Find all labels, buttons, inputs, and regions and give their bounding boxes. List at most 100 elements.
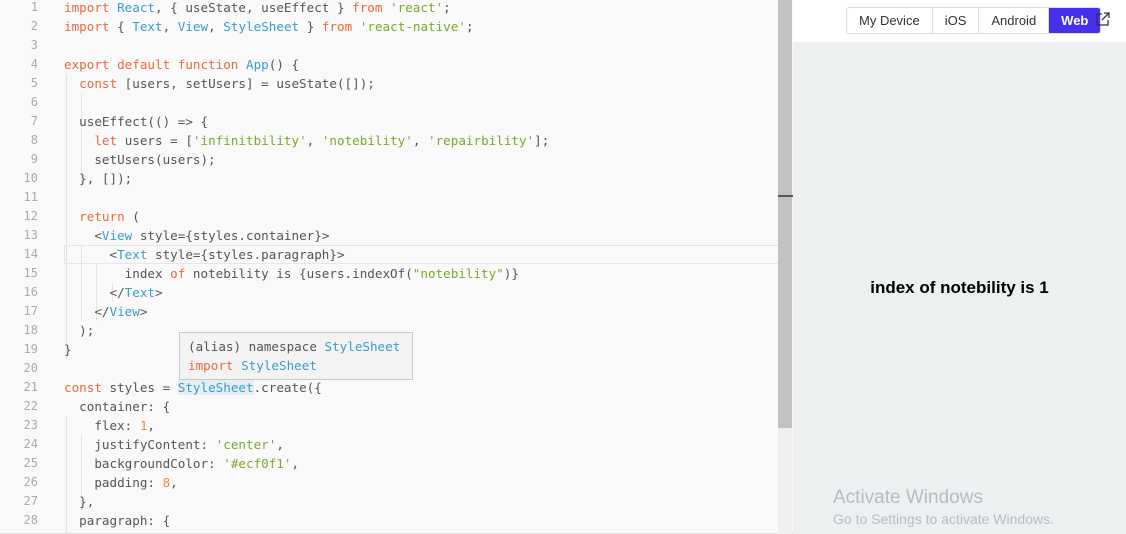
- code-line[interactable]: 26 padding: 8,: [0, 473, 778, 492]
- code-line[interactable]: 23 flex: 1,: [0, 416, 778, 435]
- code-token: styles =: [109, 380, 178, 395]
- code-line[interactable]: 21 const styles = StyleSheet.create({: [0, 378, 778, 397]
- tab-android[interactable]: Android: [979, 8, 1050, 33]
- tab-web[interactable]: Web: [1049, 8, 1101, 33]
- line-code: justifyContent: 'center',: [64, 435, 284, 454]
- tooltip-import: import: [188, 358, 242, 373]
- code-line[interactable]: 4 export default function App() {: [0, 55, 778, 74]
- code-line[interactable]: 7 useEffect(() => {: [0, 112, 778, 131]
- activate-windows-watermark: Activate Windows Go to Settings to activ…: [833, 487, 1054, 527]
- preview-panel: My Device iOS Android Web index of noteb…: [793, 0, 1126, 534]
- code-token: View: [177, 19, 209, 34]
- code-token: <: [64, 247, 118, 262]
- code-token: ,: [291, 456, 300, 471]
- code-line[interactable]: 13 <View style={styles.container}>: [0, 226, 778, 245]
- tab-ios[interactable]: iOS: [933, 8, 980, 33]
- code-line[interactable]: 5 const [users, setUsers] = useState([])…: [0, 74, 778, 93]
- line-number: 16: [23, 285, 38, 299]
- line-code: }, []);: [64, 169, 132, 188]
- code-line[interactable]: 14 <Text style={styles.paragraph}>: [0, 245, 778, 264]
- line-number: 25: [23, 456, 38, 470]
- code-token: "notebility": [412, 266, 504, 281]
- code-line[interactable]: 27 },: [0, 492, 778, 511]
- line-number: 23: [23, 418, 38, 432]
- code-token: paragraph: {: [64, 513, 171, 528]
- code-line[interactable]: 25 backgroundColor: '#ecf0f1',: [0, 454, 778, 473]
- line-number: 28: [23, 513, 38, 527]
- preview-header: My Device iOS Android Web: [793, 0, 1126, 42]
- code-line[interactable]: 17 </View>: [0, 302, 778, 321]
- line-number: 4: [30, 57, 38, 71]
- code-line[interactable]: 2 import { Text, View, StyleSheet } from …: [0, 17, 778, 36]
- code-token: ,: [147, 418, 156, 433]
- line-code: export default function App() {: [64, 55, 299, 74]
- code-line[interactable]: 15 index of notebility is {users.indexOf…: [0, 264, 778, 283]
- code-token: Text: [132, 19, 163, 34]
- code-line[interactable]: 1 import React, { useState, useEffect } f…: [0, 0, 778, 17]
- code-line[interactable]: 12 return (: [0, 207, 778, 226]
- code-token: const: [64, 380, 110, 395]
- code-token: ,: [162, 19, 178, 34]
- line-number: 3: [30, 38, 38, 52]
- code-token: </: [64, 304, 110, 319]
- code-token: ;: [465, 19, 474, 34]
- code-token: Text: [124, 285, 156, 300]
- line-number: 20: [23, 361, 38, 375]
- line-code: backgroundColor: '#ecf0f1',: [64, 454, 299, 473]
- code-token: ,: [306, 133, 322, 148]
- code-token: 'notebility': [321, 133, 413, 148]
- code-line[interactable]: 16 </Text>: [0, 283, 778, 302]
- line-code: setUsers(users);: [64, 150, 215, 169]
- code-token: View: [109, 304, 140, 319]
- code-line[interactable]: 9 setUsers(users);: [0, 150, 778, 169]
- code-line[interactable]: 8 let users = ['infinitbility', 'notebil…: [0, 131, 778, 150]
- line-code: }: [64, 340, 72, 359]
- code-token: Text: [117, 247, 148, 262]
- line-number: 26: [23, 475, 38, 489]
- external-link-icon[interactable]: [1095, 11, 1111, 27]
- code-line[interactable]: 6: [0, 93, 778, 112]
- line-code: </View>: [64, 302, 147, 321]
- line-number: 9: [30, 152, 38, 166]
- line-number: 19: [23, 342, 38, 356]
- code-token: useEffect(() => {: [64, 114, 209, 129]
- code-token: ;: [443, 0, 451, 15]
- code-token: of: [170, 266, 193, 281]
- code-token: ,: [170, 475, 178, 490]
- code-token: , { useState, useEffect }: [155, 0, 353, 15]
- code-token: [users, setUsers] = useState([]);: [124, 76, 375, 91]
- line-number: 14: [23, 247, 38, 261]
- code-line[interactable]: 10 }, []);: [0, 169, 778, 188]
- code-token: 'center': [215, 437, 277, 452]
- editor-scrollbar[interactable]: [778, 0, 792, 534]
- code-editor[interactable]: 1 import React, { useState, useEffect } f…: [0, 0, 793, 534]
- code-token: backgroundColor:: [64, 456, 224, 471]
- line-number: 13: [23, 228, 38, 242]
- tab-my-device[interactable]: My Device: [847, 8, 933, 33]
- code-token: import: [64, 19, 118, 34]
- code-token: export default function: [64, 57, 246, 72]
- overview-ruler-cursor: [778, 195, 793, 197]
- line-number: 27: [23, 494, 38, 508]
- line-code: flex: 1,: [64, 416, 155, 435]
- code-line[interactable]: 28 paragraph: {: [0, 511, 778, 530]
- line-code: <Text style={styles.paragraph}>: [64, 245, 344, 264]
- code-line[interactable]: 22 container: {: [0, 397, 778, 416]
- code-line[interactable]: 3: [0, 36, 778, 55]
- code-line[interactable]: 11: [0, 188, 778, 207]
- code-token: justifyContent:: [64, 437, 216, 452]
- code-token: >: [155, 285, 163, 300]
- line-code: const styles = StyleSheet.create({: [64, 378, 322, 397]
- line-number: 12: [23, 209, 38, 223]
- code-line[interactable]: 24 justifyContent: 'center',: [0, 435, 778, 454]
- code-token: let: [94, 133, 125, 148]
- scrollbar-thumb[interactable]: [778, 0, 792, 428]
- line-code: const [users, setUsers] = useState([]);: [64, 74, 375, 93]
- line-code: </Text>: [64, 283, 163, 302]
- line-number: 10: [23, 171, 38, 185]
- code-token: 'react': [390, 0, 444, 15]
- code-token: >: [139, 304, 148, 319]
- line-code: paragraph: {: [64, 511, 170, 530]
